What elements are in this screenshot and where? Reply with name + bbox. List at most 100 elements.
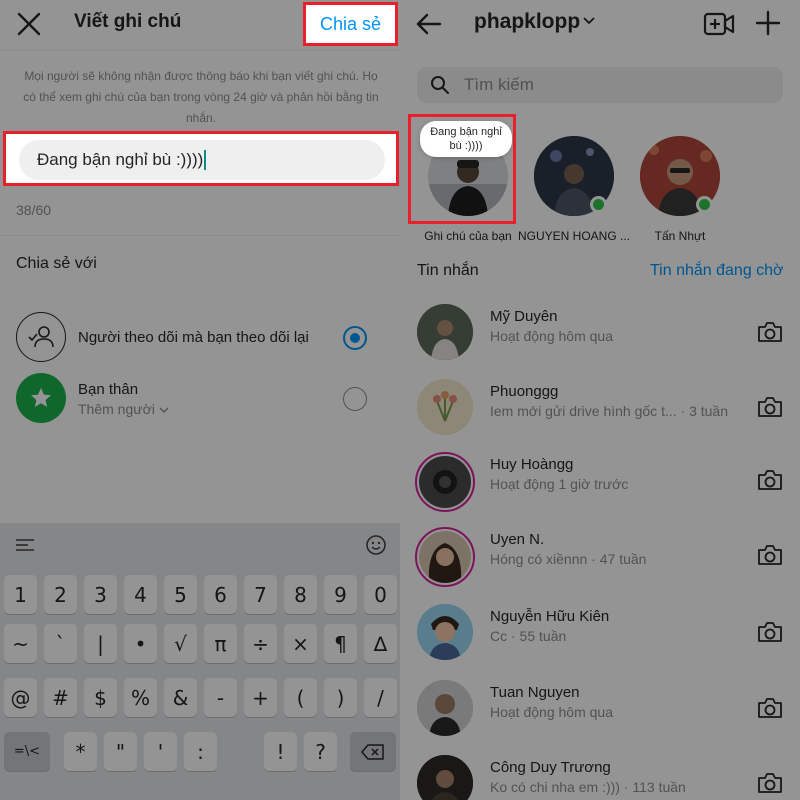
camera-icon[interactable] — [757, 543, 783, 567]
camera-icon[interactable] — [757, 620, 783, 644]
key[interactable]: # — [44, 678, 77, 717]
camera-icon[interactable] — [757, 771, 783, 795]
camera-icon[interactable] — [757, 696, 783, 720]
key[interactable]: • — [124, 624, 157, 663]
emoji-icon[interactable] — [365, 534, 387, 556]
key[interactable]: π — [204, 624, 237, 663]
key[interactable]: ∆ — [364, 624, 397, 663]
note-input-highlight: Đang bận nghỉ bù :)))) — [3, 131, 399, 186]
share-button-label: Chia sẻ — [319, 13, 382, 34]
last-activity: Hoạt động 1 giờ trước — [490, 476, 629, 492]
conversation-row[interactable]: Phuonggg Iem mới gửi drive hình gốc t...… — [400, 379, 800, 454]
last-message: Cc · 55 tuần — [490, 628, 567, 644]
key[interactable]: 9 — [324, 575, 357, 614]
conversation-row[interactable]: Huy Hoàngg Hoạt động 1 giờ trước — [400, 452, 800, 527]
key[interactable]: ! — [264, 732, 297, 771]
key[interactable]: - — [204, 678, 237, 717]
search-placeholder: Tìm kiếm — [464, 75, 534, 94]
key[interactable]: 3 — [84, 575, 117, 614]
text-caret — [204, 150, 207, 170]
key[interactable]: " — [104, 732, 137, 771]
last-activity: Hoạt động hôm qua — [490, 328, 613, 344]
backspace-icon — [361, 743, 384, 760]
key[interactable]: 6 — [204, 575, 237, 614]
camera-icon[interactable] — [757, 320, 783, 344]
contact-name: Công Duy Trương — [490, 759, 611, 776]
menu-icon[interactable] — [16, 538, 34, 552]
key[interactable]: 2 — [44, 575, 77, 614]
char-counter: 38/60 — [16, 202, 52, 218]
key[interactable]: ¶ — [324, 624, 357, 663]
key[interactable]: 0 — [364, 575, 397, 614]
conversation-row[interactable]: Công Duy Trương Ko có chi nha em :))) · … — [400, 755, 800, 800]
chevron-down-icon[interactable] — [582, 14, 596, 28]
note-friend-1[interactable]: NGUYEN HOANG ... — [516, 118, 630, 248]
contact-name: Phuonggg — [490, 383, 559, 400]
back-arrow-icon[interactable] — [414, 9, 444, 39]
last-message: Hóng có xiềnnn · 47 tuần — [490, 551, 647, 567]
messages-section-title: Tin nhắn — [417, 262, 479, 279]
keyboard-row-symbols-1: ~ ` | • √ π ÷ × ¶ ∆ — [0, 624, 400, 664]
key[interactable]: | — [84, 624, 117, 663]
avatar — [415, 452, 475, 512]
page-title: Viết ghi chú — [74, 11, 182, 32]
note-info-text: Mọi người sẽ không nhận được thông báo k… — [23, 69, 379, 125]
key[interactable]: $ — [84, 678, 117, 717]
key[interactable]: 8 — [284, 575, 317, 614]
new-message-icon[interactable] — [754, 8, 782, 38]
key[interactable]: * — [64, 732, 97, 771]
conversation-row[interactable]: Tuan Nguyen Hoạt động hôm qua — [400, 680, 800, 755]
conversation-row[interactable]: Uyen N. Hóng có xiềnnn · 47 tuần — [400, 527, 800, 602]
write-note-panel: Viết ghi chú Chia sẻ Mọi người sẽ không … — [0, 0, 400, 800]
share-button[interactable]: Chia sẻ — [303, 2, 398, 46]
key[interactable]: 7 — [244, 575, 277, 614]
key[interactable]: √ — [164, 624, 197, 663]
key[interactable]: ÷ — [244, 624, 277, 663]
radio-unselected[interactable] — [343, 387, 367, 411]
note-input[interactable]: Đang bận nghỉ bù :)))) — [19, 140, 385, 180]
message-requests-link[interactable]: Tin nhắn đang chờ — [650, 262, 784, 280]
key[interactable]: ` — [44, 624, 77, 663]
option-mutual-followers[interactable]: Người theo dõi mà bạn theo dõi lại — [0, 312, 400, 364]
add-people-link[interactable]: Thêm người — [78, 401, 169, 417]
keyboard-row-numbers: 1 2 3 4 5 6 7 8 9 0 — [0, 575, 400, 615]
search-input[interactable]: Tìm kiếm — [417, 67, 783, 103]
story-label: Ghi chú của bạn — [424, 229, 512, 243]
note-friend-2[interactable]: Tấn Nhựt — [622, 118, 732, 248]
key[interactable]: / — [364, 678, 397, 717]
key[interactable]: : — [184, 732, 217, 771]
key[interactable]: + — [244, 678, 277, 717]
key[interactable]: ? — [304, 732, 337, 771]
camera-icon[interactable] — [757, 395, 783, 419]
close-icon[interactable] — [14, 9, 44, 39]
symbol-page-key[interactable]: =\< — [4, 732, 50, 771]
camera-icon[interactable] — [757, 468, 783, 492]
avatar — [417, 755, 473, 800]
keyboard: 1 2 3 4 5 6 7 8 9 0 ~ ` | • √ π ÷ × ¶ ∆ … — [0, 523, 400, 800]
key[interactable]: ( — [284, 678, 317, 717]
key[interactable]: & — [164, 678, 197, 717]
key[interactable]: ~ — [4, 624, 37, 663]
key[interactable]: 5 — [164, 575, 197, 614]
key[interactable]: ' — [144, 732, 177, 771]
key[interactable]: @ — [4, 678, 37, 717]
key[interactable]: % — [124, 678, 157, 717]
avatar — [417, 604, 473, 660]
key[interactable]: × — [284, 624, 317, 663]
contact-name: Huy Hoàngg — [490, 456, 574, 473]
space-key[interactable] — [143, 268, 258, 282]
account-switcher[interactable]: phapklopp — [474, 10, 580, 34]
conversation-row[interactable]: Mỹ Duyên Hoạt động hôm qua — [400, 304, 800, 379]
new-video-call-icon[interactable] — [703, 9, 735, 39]
key[interactable]: 1 — [4, 575, 37, 614]
option-close-friends[interactable]: Bạn thân Thêm người — [0, 373, 400, 425]
contact-name: Mỹ Duyên — [490, 308, 558, 325]
last-activity: Hoạt động hôm qua — [490, 704, 613, 720]
note-bubble: Đang bận nghỉ bù :)))) — [420, 121, 512, 157]
key[interactable]: 4 — [124, 575, 157, 614]
conversation-row[interactable]: Nguyễn Hữu Kiên Cc · 55 tuần — [400, 604, 800, 679]
radio-selected[interactable] — [343, 326, 367, 350]
last-message: Ko có chi nha em :))) · 113 tuần — [490, 779, 686, 795]
key[interactable]: ) — [324, 678, 357, 717]
backspace-key[interactable] — [350, 732, 396, 771]
